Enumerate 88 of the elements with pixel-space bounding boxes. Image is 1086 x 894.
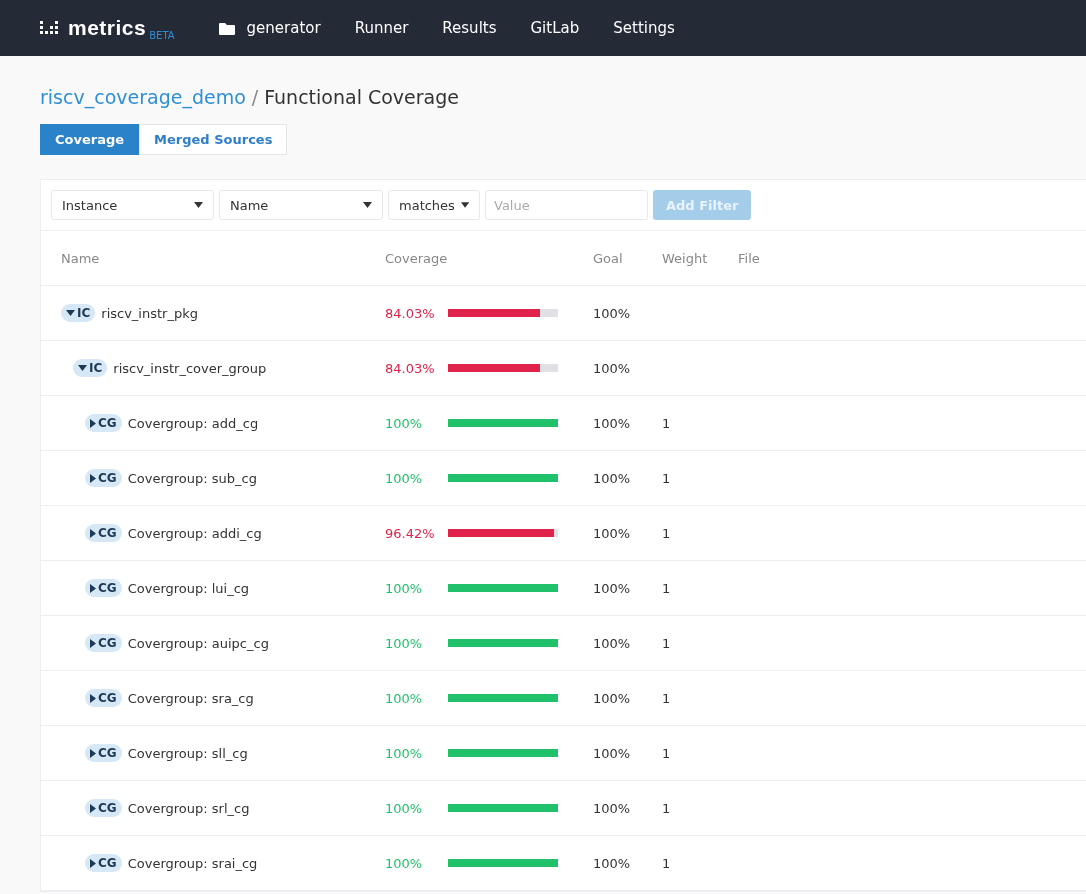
caret-right-icon[interactable] xyxy=(90,638,96,648)
caret-right-icon[interactable] xyxy=(90,473,96,483)
goal-value: 100% xyxy=(593,525,632,541)
type-badge[interactable]: CG xyxy=(85,799,122,817)
goal-value: 100% xyxy=(593,855,632,871)
type-badge[interactable]: IC xyxy=(73,359,108,377)
attribute-dropdown[interactable]: Name xyxy=(219,190,383,220)
item-name: Covergroup: srai_cg xyxy=(127,855,258,871)
caret-right-icon[interactable] xyxy=(90,693,96,703)
coverage-percent: 96.42% xyxy=(385,525,436,541)
caret-right-icon[interactable] xyxy=(90,748,96,758)
caret-icon xyxy=(460,202,469,208)
caret-right-icon[interactable] xyxy=(90,583,96,593)
item-name: Covergroup: sub_cg xyxy=(127,470,257,486)
nav-link[interactable]: Runner xyxy=(354,19,409,37)
folder-icon xyxy=(218,21,235,35)
weight-value: 1 xyxy=(662,635,672,651)
type-badge[interactable]: CG xyxy=(85,469,122,487)
weight-value: 1 xyxy=(662,415,672,431)
item-name: Covergroup: srl_cg xyxy=(127,800,250,816)
breadcrumb-separator: / xyxy=(251,86,259,108)
item-name: riscv_instr_cover_group xyxy=(113,360,267,376)
goal-value: 100% xyxy=(593,360,632,376)
caret-right-icon[interactable] xyxy=(90,803,96,813)
goal-value: 100% xyxy=(593,745,632,761)
column-header[interactable]: Coverage xyxy=(385,250,593,266)
goal-value: 100% xyxy=(593,415,632,431)
item-name: Covergroup: sll_cg xyxy=(127,745,248,761)
caret-icon xyxy=(194,202,203,208)
coverage-percent: 100% xyxy=(385,415,424,431)
value-field[interactable]: Value xyxy=(485,190,648,220)
caret-right-icon[interactable] xyxy=(90,858,96,868)
weight-value: 1 xyxy=(662,580,672,596)
type-badge[interactable]: IC xyxy=(61,304,96,322)
nav-link[interactable]: generator xyxy=(246,19,321,37)
weight-value: 1 xyxy=(662,470,672,486)
goal-value: 100% xyxy=(593,800,632,816)
goal-value: 100% xyxy=(593,690,632,706)
coverage-percent: 84.03% xyxy=(385,305,436,321)
coverage-percent: 100% xyxy=(385,470,424,486)
type-badge[interactable]: CG xyxy=(85,579,122,597)
weight-value: 1 xyxy=(662,855,672,871)
coverage-percent: 100% xyxy=(385,690,424,706)
coverage-percent: 100% xyxy=(385,745,424,761)
logo-text[interactable]: metrics xyxy=(68,16,147,40)
goal-value: 100% xyxy=(593,470,632,486)
instance-dropdown[interactable]: Instance xyxy=(51,190,214,220)
tab[interactable]: Coverage xyxy=(40,124,140,155)
nav-link[interactable]: Settings xyxy=(613,19,675,37)
item-name: Covergroup: sra_cg xyxy=(127,690,254,706)
item-name: riscv_instr_pkg xyxy=(101,305,198,321)
goal-value: 100% xyxy=(593,305,632,321)
coverage-percent: 84.03% xyxy=(385,360,436,376)
column-header[interactable]: Weight xyxy=(662,250,738,266)
operator-dropdown[interactable]: matches xyxy=(388,190,480,220)
weight-value: 1 xyxy=(662,745,672,761)
item-name: Covergroup: addi_cg xyxy=(127,525,262,541)
page-title: Functional Coverage xyxy=(264,86,459,108)
coverage-percent: 100% xyxy=(385,580,424,596)
item-name: Covergroup: lui_cg xyxy=(127,580,250,596)
weight-value: 1 xyxy=(662,800,672,816)
nav-link[interactable]: GitLab xyxy=(530,19,580,37)
tab[interactable]: Merged Sources xyxy=(139,124,288,155)
item-name: Covergroup: add_cg xyxy=(127,415,259,431)
type-badge[interactable]: CG xyxy=(85,634,122,652)
weight-value: 1 xyxy=(662,525,672,541)
column-header[interactable]: Name xyxy=(61,250,385,266)
type-badge[interactable]: CG xyxy=(85,524,122,542)
column-header[interactable]: Goal xyxy=(593,250,662,266)
type-badge[interactable]: CG xyxy=(85,414,122,432)
type-badge[interactable]: CG xyxy=(85,689,122,707)
coverage-percent: 100% xyxy=(385,800,424,816)
weight-value: 1 xyxy=(662,690,672,706)
beta-label: BETA xyxy=(149,29,175,41)
column-header[interactable]: File xyxy=(738,250,1086,266)
goal-value: 100% xyxy=(593,635,632,651)
nav-link[interactable]: Results xyxy=(442,19,497,37)
caret-right-icon[interactable] xyxy=(90,418,96,428)
caret-right-icon[interactable] xyxy=(90,528,96,538)
caret-down-icon[interactable] xyxy=(66,310,75,316)
type-badge[interactable]: CG xyxy=(85,744,122,762)
caret-down-icon[interactable] xyxy=(78,365,87,371)
type-badge[interactable]: CG xyxy=(85,854,122,872)
caret-icon xyxy=(363,202,372,208)
goal-value: 100% xyxy=(593,580,632,596)
item-name: Covergroup: auipc_cg xyxy=(127,635,269,651)
coverage-percent: 100% xyxy=(385,635,424,651)
coverage-percent: 100% xyxy=(385,855,424,871)
